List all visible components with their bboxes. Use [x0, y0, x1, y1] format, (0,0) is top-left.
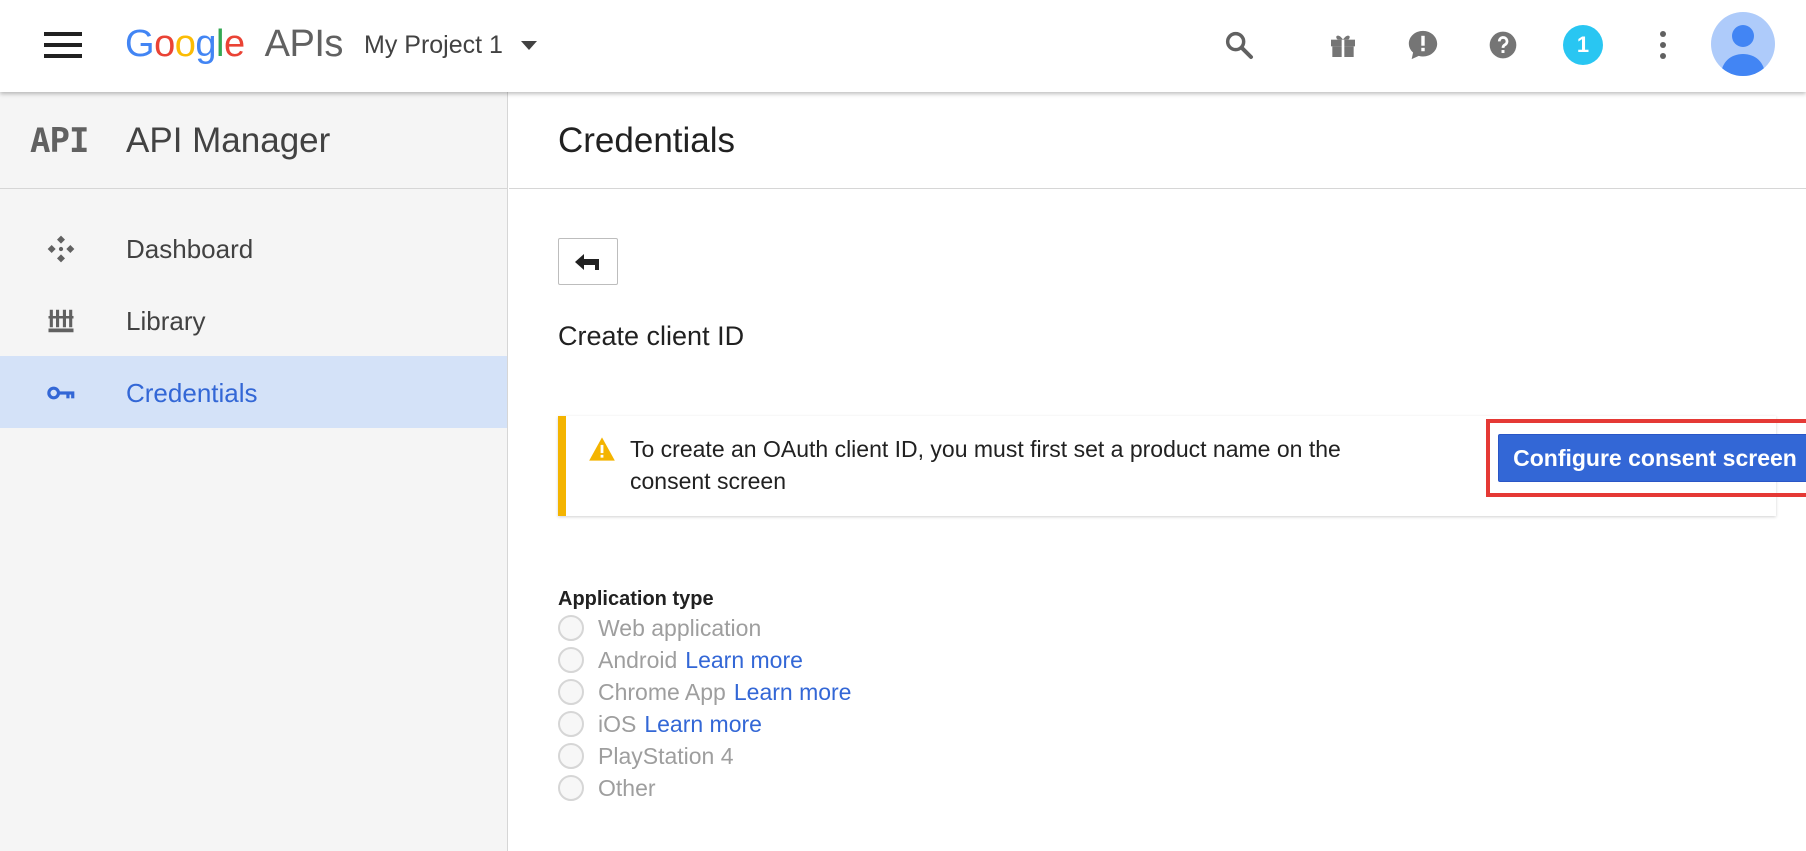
radio-label: PlayStation 4	[598, 743, 734, 769]
radio-button[interactable]	[558, 615, 584, 641]
more-vert-icon[interactable]	[1641, 23, 1685, 67]
warning-message: To create an OAuth client ID, you must f…	[630, 436, 1341, 494]
sidebar-item-label: Library	[126, 306, 206, 336]
application-type-options: Web application Android Learn more Chrom…	[558, 612, 851, 804]
sidebar-item-dashboard[interactable]: Dashboard	[0, 212, 507, 284]
library-icon	[44, 304, 78, 338]
search-icon[interactable]	[1217, 23, 1261, 67]
logo-apis-text: APIs	[264, 23, 344, 65]
radio-label: Chrome App	[598, 679, 726, 705]
warning-icon	[588, 436, 616, 467]
application-type-label: Application type	[558, 588, 714, 610]
logo-letter: g	[195, 23, 216, 65]
learn-more-link[interactable]: Learn more	[644, 708, 762, 740]
radio-option-android: Android Learn more	[558, 644, 851, 676]
radio-button[interactable]	[558, 647, 584, 673]
sidebar-item-label: Dashboard	[126, 234, 254, 264]
back-button[interactable]	[558, 238, 618, 285]
notifications-icon[interactable]: 1	[1561, 23, 1605, 67]
configure-consent-screen-button[interactable]: Configure consent screen	[1498, 434, 1806, 482]
dropdown-caret-icon	[520, 40, 537, 50]
project-selector[interactable]: My Project 1	[364, 28, 537, 62]
help-icon[interactable]	[1481, 23, 1525, 67]
notification-count: 1	[1563, 25, 1603, 65]
radio-label: Other	[598, 775, 656, 801]
learn-more-link[interactable]: Learn more	[734, 676, 852, 708]
project-name: My Project 1	[364, 31, 503, 59]
gift-icon[interactable]	[1321, 23, 1365, 67]
logo-letter: l	[215, 23, 224, 65]
google-wordmark: Google	[125, 23, 255, 65]
logo-letter: o	[154, 23, 175, 65]
radio-option-playstation-4: PlayStation 4	[558, 740, 851, 772]
radio-label: Web application	[598, 615, 762, 641]
key-icon	[44, 376, 78, 410]
api-mark-icon: API	[30, 121, 89, 161]
back-arrow-icon	[575, 253, 599, 270]
page-title: Credentials	[558, 121, 736, 160]
warning-notice: To create an OAuth client ID, you must f…	[558, 416, 1806, 516]
radio-option-chrome-app: Chrome App Learn more	[558, 676, 851, 708]
main-content: Credentials Create client ID To create a…	[509, 92, 1806, 851]
main-header: Credentials	[509, 92, 1806, 189]
logo-letter: e	[223, 23, 245, 65]
sidebar-item-credentials[interactable]: Credentials	[0, 356, 507, 428]
sidebar-item-label: Credentials	[126, 378, 258, 408]
radio-label: iOS	[598, 711, 637, 737]
section-title: Create client ID	[558, 321, 745, 351]
sidebar: API API Manager Dashboard Library Creden…	[0, 92, 508, 851]
radio-option-ios: iOS Learn more	[558, 708, 851, 740]
logo-letter: G	[125, 23, 155, 65]
radio-button[interactable]	[558, 679, 584, 705]
menu-icon[interactable]	[44, 30, 82, 60]
logo-letter: o	[174, 23, 196, 65]
radio-button[interactable]	[558, 743, 584, 769]
radio-button[interactable]	[558, 711, 584, 737]
google-apis-logo[interactable]: Google APIs	[125, 20, 343, 68]
sidebar-nav: Dashboard Library Credentials	[0, 189, 507, 428]
top-app-bar: Google APIs My Project 1 1	[0, 0, 1806, 92]
sidebar-title: API Manager	[126, 121, 331, 160]
radio-option-other: Other	[558, 772, 851, 804]
account-avatar[interactable]	[1711, 12, 1775, 76]
radio-button[interactable]	[558, 775, 584, 801]
radio-label: Android	[598, 647, 678, 673]
highlight-frame: Configure consent screen	[1486, 419, 1806, 497]
dashboard-icon	[44, 232, 78, 266]
radio-option-web-application: Web application	[558, 612, 851, 644]
sidebar-header: API API Manager	[0, 92, 507, 189]
feedback-icon[interactable]	[1401, 23, 1445, 67]
learn-more-link[interactable]: Learn more	[685, 644, 803, 676]
sidebar-item-library[interactable]: Library	[0, 284, 507, 356]
